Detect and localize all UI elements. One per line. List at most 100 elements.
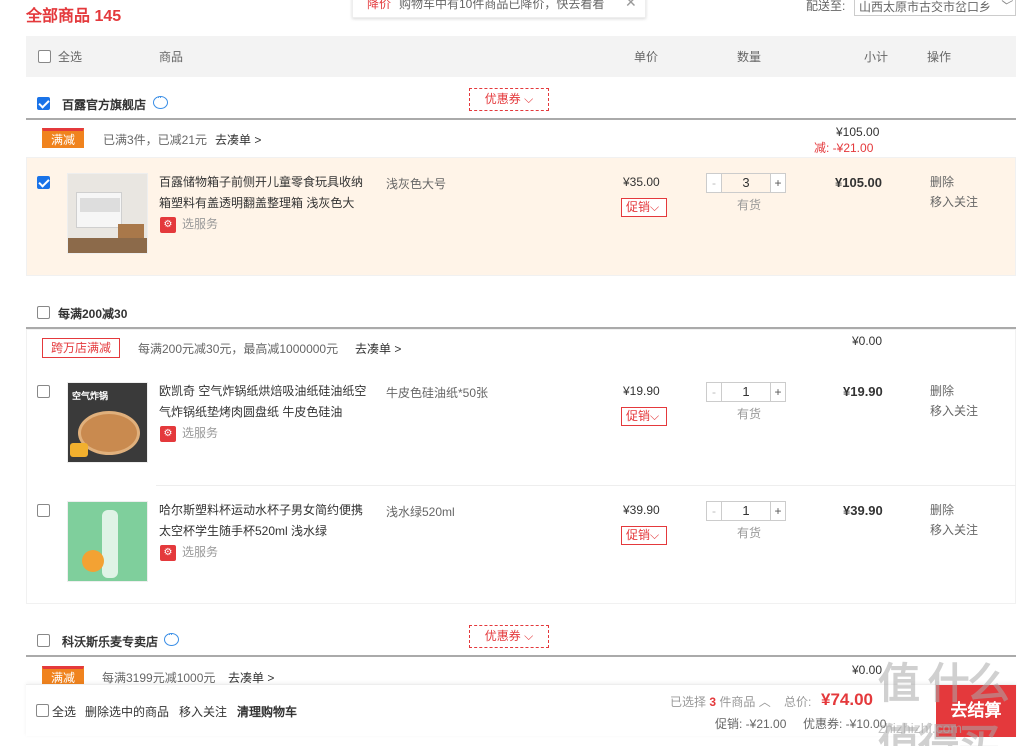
quantity-input[interactable]: 1: [722, 501, 770, 521]
close-icon[interactable]: ✕: [625, 0, 637, 11]
select-service[interactable]: ⚙ 选服务: [160, 424, 218, 442]
product-name[interactable]: 哈尔斯塑料杯运动水杯子男女简约便携太空杯学生随手杯520ml 浅水绿: [159, 500, 369, 542]
increase-button[interactable]: +: [770, 382, 786, 402]
column-unit-price: 单价: [634, 50, 659, 64]
promo-dropdown-label: 促销: [626, 409, 651, 423]
coupon-button[interactable]: 优惠券 ⌵: [469, 88, 549, 111]
promo-dropdown[interactable]: 促销⌵: [621, 526, 667, 545]
promo-tag: 满减: [42, 128, 85, 148]
selected-prefix: 已选择: [670, 695, 707, 709]
quantity-stepper[interactable]: - 1 +: [706, 501, 786, 521]
item-subtotal: ¥105.00: [835, 175, 882, 190]
follow-link[interactable]: 移入关注: [930, 401, 978, 421]
service-icon: ⚙: [160, 216, 176, 233]
promo-dropdown-label: 促销: [626, 200, 651, 214]
item-checkbox[interactable]: [37, 176, 50, 189]
product-thumbnail[interactable]: [67, 173, 148, 254]
column-quantity: 数量: [737, 50, 762, 64]
selected-count: 3: [709, 695, 717, 709]
promo-dropdown[interactable]: 促销⌵: [621, 198, 667, 217]
toast-message[interactable]: 购物车中有10件商品已降价，快去看看: [399, 0, 604, 12]
service-label: 选服务: [182, 426, 219, 440]
chat-icon[interactable]: [153, 92, 168, 109]
page-title: 全部商品 145: [26, 2, 121, 26]
ship-address-select[interactable]: 山西太原市古交市岔口乡 ﹀: [854, 0, 1016, 16]
follow-link[interactable]: 移入关注: [930, 520, 978, 540]
product-thumbnail[interactable]: 空气炸锅: [67, 382, 148, 463]
decrease-button[interactable]: -: [706, 382, 722, 402]
selected-suffix: 件商品: [719, 695, 756, 709]
coupon-button[interactable]: 优惠券 ⌵: [469, 625, 549, 648]
product-name[interactable]: 百露储物箱子前侧开儿童零食玩具收纳箱塑料有盖透明翻盖整理箱 浅灰色大: [159, 172, 369, 214]
select-all-label: 全选: [58, 50, 83, 64]
promo-link[interactable]: 去凑单 >: [215, 131, 261, 148]
chevron-up-icon: ︿: [758, 695, 771, 709]
select-all-checkbox[interactable]: [38, 50, 51, 63]
product-thumbnail[interactable]: [67, 501, 148, 582]
quantity-input[interactable]: 3: [722, 173, 770, 193]
unit-price: ¥35.00: [623, 175, 660, 189]
clear-cart-link[interactable]: 清理购物车: [237, 703, 297, 720]
product-attr: 牛皮色硅油纸*50张: [386, 386, 489, 400]
promo-sum: ¥105.00: [836, 125, 880, 139]
shop-checkbox[interactable]: [37, 634, 50, 647]
delete-link[interactable]: 删除: [930, 172, 954, 192]
column-subtotal: 小计: [864, 50, 889, 64]
promo-link[interactable]: 去凑单 >: [355, 340, 401, 357]
chevron-down-icon: ﹀: [998, 0, 1011, 13]
delete-link[interactable]: 删除: [930, 381, 954, 401]
ship-to-label: 配送至:: [806, 0, 846, 13]
quantity-input[interactable]: 1: [722, 382, 770, 402]
decrease-button[interactable]: -: [706, 501, 722, 521]
shop-checkbox[interactable]: [37, 306, 50, 319]
promo-discount: 减: -¥21.00: [814, 141, 874, 155]
promo-dropdown-label: 促销: [626, 528, 651, 542]
service-label: 选服务: [182, 217, 219, 231]
shop-name[interactable]: 百露官方旗舰店: [62, 96, 146, 113]
service-icon: ⚙: [160, 425, 176, 442]
follow-link[interactable]: 移入关注: [930, 192, 978, 212]
selected-summary[interactable]: 已选择 3 件商品 ︿: [670, 693, 771, 710]
promo-tag: 满减: [42, 666, 85, 686]
stock-status: 有货: [737, 198, 762, 212]
coupon-label: 优惠券: [484, 629, 521, 643]
select-service[interactable]: ⚙ 选服务: [160, 543, 218, 561]
shop-name: 每满200减30: [58, 307, 128, 321]
shop-name[interactable]: 科沃斯乐麦专卖店: [62, 633, 158, 650]
promo-sum: ¥0.00: [852, 334, 883, 348]
chat-icon[interactable]: [164, 629, 179, 646]
footer-select-all-checkbox[interactable]: [36, 704, 49, 717]
item-checkbox[interactable]: [37, 385, 50, 398]
increase-button[interactable]: +: [770, 173, 786, 193]
shop-checkbox[interactable]: [37, 97, 50, 110]
unit-price: ¥19.90: [623, 384, 660, 398]
price-drop-toast[interactable]: 降价 购物车中有10件商品已降价，快去看看 ✕: [352, 0, 646, 18]
footer-select-all-label[interactable]: 全选: [52, 703, 76, 720]
toast-tag: 降价: [367, 0, 392, 11]
move-follow-link[interactable]: 移入关注: [179, 703, 227, 720]
page-title-text: 全部商品: [26, 8, 91, 25]
delete-selected-link[interactable]: 删除选中的商品: [85, 703, 169, 720]
column-product: 商品: [159, 50, 184, 64]
product-attr: 浅水绿520ml: [386, 505, 455, 519]
ship-address-text: 山西太原市古交市岔口乡: [859, 0, 992, 14]
item-subtotal: ¥19.90: [843, 384, 883, 399]
increase-button[interactable]: +: [770, 501, 786, 521]
promo-tag: 跨万店满减: [42, 338, 121, 358]
delete-link[interactable]: 删除: [930, 500, 954, 520]
quantity-stepper[interactable]: - 3 +: [706, 173, 786, 193]
quantity-stepper[interactable]: - 1 +: [706, 382, 786, 402]
stock-status: 有货: [737, 526, 762, 540]
select-service[interactable]: ⚙ 选服务: [160, 215, 218, 233]
coupon-label: 优惠券: [484, 92, 521, 106]
stock-status: 有货: [737, 407, 762, 421]
product-name[interactable]: 欧凯奇 空气炸锅纸烘焙吸油纸硅油纸空气炸锅纸垫烤肉圆盘纸 牛皮色硅油: [159, 381, 369, 423]
promo-deduction: 促销: -¥21.00: [715, 717, 787, 731]
promo-dropdown[interactable]: 促销⌵: [621, 407, 667, 426]
decrease-button[interactable]: -: [706, 173, 722, 193]
promo-text: 每满200元减30元，最高减1000000元: [138, 342, 339, 356]
checkout-button[interactable]: 去结算: [936, 685, 1016, 737]
checkout-bar: 全选 删除选中的商品 移入关注 清理购物车 已选择 3 件商品 ︿ 总价: ¥7…: [26, 684, 1016, 737]
item-checkbox[interactable]: [37, 504, 50, 517]
cart-count: 145: [94, 8, 122, 25]
